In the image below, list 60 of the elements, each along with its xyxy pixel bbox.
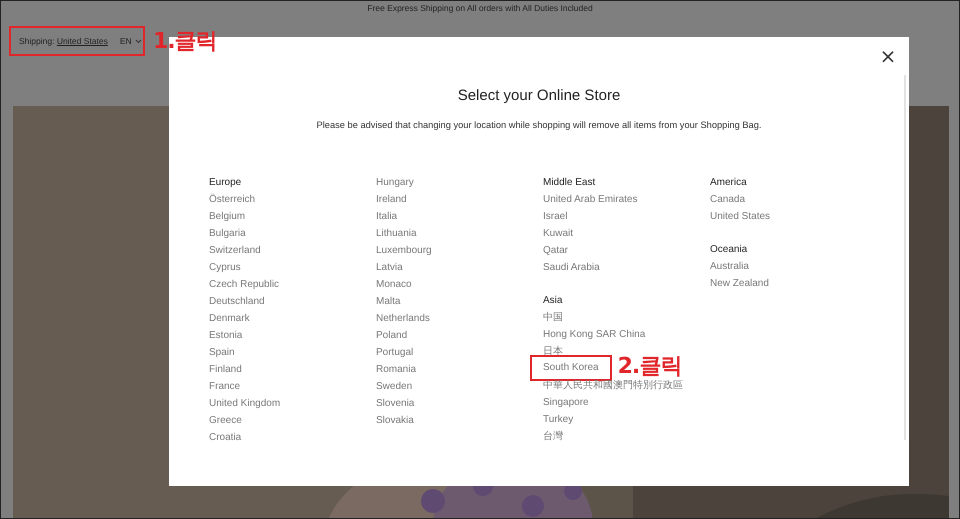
country-link[interactable]: Italia	[376, 208, 398, 225]
region-heading: Europe	[209, 176, 242, 190]
region-heading: Oceania	[710, 243, 748, 257]
country-link[interactable]: Poland	[376, 327, 408, 344]
country-link[interactable]: Portugal	[376, 344, 414, 361]
country-link[interactable]: Saudi Arabia	[543, 259, 600, 276]
country-link[interactable]: South Korea	[543, 362, 599, 373]
country-link[interactable]: Denmark	[209, 310, 250, 327]
country-link[interactable]: Latvia	[376, 259, 403, 276]
country-link[interactable]: Bulgaria	[209, 225, 246, 242]
region-heading: Asia	[543, 294, 564, 308]
country-link[interactable]: United States	[710, 208, 770, 225]
country-link[interactable]: Czech Republic	[209, 276, 280, 293]
country-link[interactable]: Sweden	[376, 378, 412, 395]
country-link[interactable]: Australia	[710, 258, 749, 275]
country-link[interactable]: Finland	[209, 361, 242, 378]
region-heading: America	[710, 176, 748, 190]
country-link[interactable]: 台灣	[543, 428, 563, 445]
country-link[interactable]: Österreich	[209, 191, 256, 208]
country-link[interactable]: Deutschland	[209, 293, 265, 310]
country-link[interactable]: United Kingdom	[209, 395, 280, 412]
country-link[interactable]: Greece	[209, 412, 242, 429]
country-link[interactable]: France	[209, 378, 240, 395]
country-link[interactable]: Cyprus	[209, 259, 241, 276]
country-link[interactable]: Singapore	[543, 394, 589, 411]
country-link[interactable]: Ireland	[376, 191, 407, 208]
country-link[interactable]: 中華人民共和國澳門特別行政區	[543, 377, 683, 394]
region-heading: Middle East	[543, 176, 596, 190]
country-link[interactable]: Qatar	[543, 242, 568, 259]
country-link[interactable]: Lithuania	[376, 225, 417, 242]
country-link[interactable]: Netherlands	[376, 310, 430, 327]
country-link[interactable]: Kuwait	[543, 225, 574, 242]
country-link[interactable]: Slovenia	[376, 395, 414, 412]
country-link[interactable]: Croatia	[209, 429, 242, 446]
country-link[interactable]: 日本	[543, 343, 563, 360]
country-link[interactable]: Monaco	[376, 276, 412, 293]
chevron-down-icon	[134, 38, 142, 44]
country-link[interactable]: Malta	[376, 293, 400, 310]
country-link[interactable]: Switzerland	[209, 242, 261, 259]
announcement-text: Free Express Shipping on All orders with All Duties Included	[367, 3, 593, 13]
country-link[interactable]: 中国	[543, 309, 563, 326]
country-link[interactable]: New Zealand	[710, 275, 769, 292]
language-dropdown[interactable]: EN	[120, 36, 142, 46]
country-link[interactable]: Canada	[710, 191, 746, 208]
country-link[interactable]: Israel	[543, 208, 568, 225]
modal-title: Select your Online Store	[458, 87, 620, 104]
country-link[interactable]: Hong Kong SAR China	[543, 326, 646, 343]
shipping-country-link[interactable]: Shipping: United States	[19, 36, 108, 46]
notice-text: Please be advised that changing your location while shopping will remove all items from your Shopping Bag.	[316, 120, 762, 130]
country-link[interactable]: Belgium	[209, 208, 246, 225]
country-link[interactable]: Slovakia	[376, 412, 414, 429]
country-link[interactable]: United Arab Emirates	[543, 191, 638, 208]
country-link[interactable]: Turkey	[543, 411, 574, 428]
country-link[interactable]: Spain	[209, 344, 235, 361]
close-button[interactable]: ×	[879, 47, 897, 65]
country-link[interactable]: Estonia	[209, 327, 242, 344]
country-link[interactable]: Romania	[376, 361, 416, 378]
annotation-label: 2.클릭	[618, 353, 682, 380]
country-link[interactable]: Hungary	[376, 174, 414, 191]
country-link[interactable]: Luxembourg	[376, 242, 432, 259]
